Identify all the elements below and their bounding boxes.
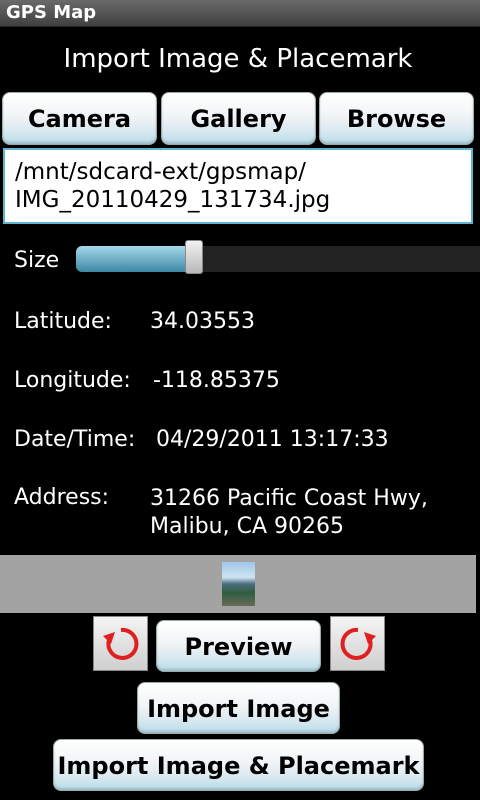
- browse-button[interactable]: Browse: [319, 92, 474, 145]
- rotate-left-button[interactable]: [93, 616, 148, 671]
- size-label: Size: [14, 248, 60, 273]
- file-path-line-2: IMG_20110429_131734.jpg: [15, 187, 331, 213]
- latitude-value: 34.03553: [150, 309, 255, 334]
- preview-button[interactable]: Preview: [156, 620, 321, 672]
- page-title: Import Image & Placemark: [63, 44, 413, 74]
- import-image-button[interactable]: Import Image: [137, 682, 340, 734]
- address-line-2: Malibu, CA 90265: [150, 514, 344, 539]
- size-slider-fill: [76, 246, 193, 272]
- size-slider[interactable]: [76, 246, 480, 272]
- address-line-1: 31266 Pacific Coast Hwy,: [150, 486, 428, 511]
- address-value: 31266 Pacific Coast Hwy, Malibu, CA 9026…: [150, 485, 428, 541]
- longitude-value: -118.85375: [153, 368, 280, 393]
- longitude-label: Longitude:: [14, 368, 131, 393]
- datetime-label: Date/Time:: [14, 427, 136, 452]
- size-slider-handle[interactable]: [185, 240, 203, 274]
- rotate-right-button[interactable]: [330, 616, 385, 671]
- address-label: Address:: [14, 485, 110, 510]
- file-path-field[interactable]: /mnt/sdcard-ext/gpsmap/ IMG_20110429_131…: [3, 148, 473, 224]
- title-bar: GPS Map: [0, 0, 480, 27]
- latitude-label: Latitude:: [14, 309, 112, 334]
- image-thumbnail[interactable]: [222, 562, 255, 606]
- import-image-placemark-button[interactable]: Import Image & Placemark: [53, 739, 424, 791]
- camera-button[interactable]: Camera: [2, 92, 157, 145]
- app-title: GPS Map: [6, 2, 97, 23]
- file-path-line-1: /mnt/sdcard-ext/gpsmap/: [15, 159, 306, 185]
- gallery-button[interactable]: Gallery: [161, 92, 316, 145]
- datetime-value: 04/29/2011 13:17:33: [156, 427, 389, 452]
